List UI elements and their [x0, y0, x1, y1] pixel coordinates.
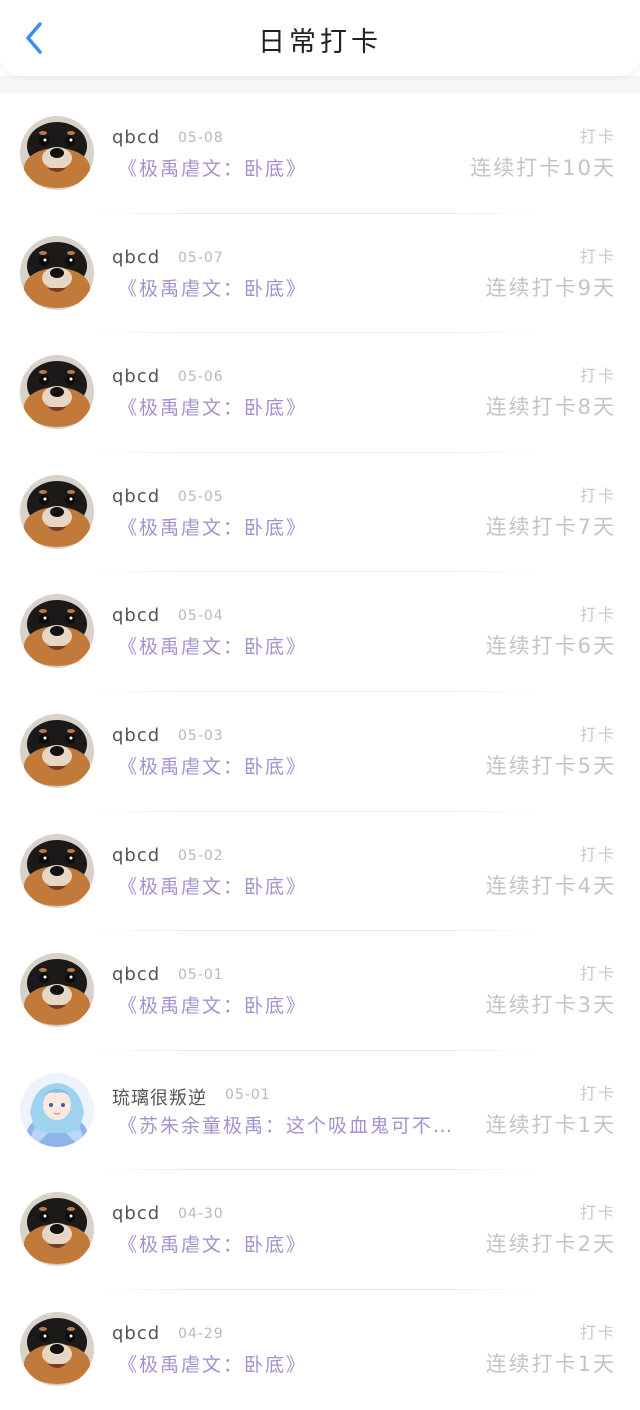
book-title[interactable]: 《极禹虐文：卧底》 [118, 393, 307, 420]
username: qbcd [112, 605, 161, 627]
checkin-item[interactable]: qbcd 05-08 《极禹虐文：卧底》 打卡连续打卡10天 [0, 94, 640, 214]
checkin-label: 打卡 [579, 246, 616, 266]
book-title[interactable]: 《极禹虐文：卧底》 [118, 872, 307, 899]
checkin-date: 05-03 [178, 727, 224, 744]
checkin-item[interactable]: qbcd 05-02 《极禹虐文：卧底》 打卡连续打卡4天 [0, 812, 640, 932]
checkin-date: 05-06 [178, 369, 224, 386]
username: qbcd [112, 844, 161, 866]
checkin-label: 打卡 [579, 964, 616, 984]
checkin-label: 打卡 [579, 127, 616, 146]
book-title[interactable]: 《极禹虐文：卧底》 [118, 274, 307, 301]
section-gap [0, 76, 640, 94]
username: qbcd [112, 724, 161, 746]
checkin-date: 05-05 [178, 488, 224, 505]
checkin-label: 打卡 [579, 1322, 616, 1342]
checkin-date: 04-29 [178, 1325, 224, 1342]
checkin-item[interactable]: qbcd 04-30 《极禹虐文：卧底》 打卡连续打卡2天 [0, 1170, 640, 1290]
avatar[interactable] [20, 1072, 94, 1147]
username: qbcd [112, 1322, 161, 1344]
checkin-label: 打卡 [579, 366, 616, 386]
checkin-item[interactable]: qbcd 05-03 《极禹虐文：卧底》 打卡连续打卡5天 [0, 692, 640, 812]
streak-text: 连续打卡6天 [485, 634, 616, 659]
streak-text: 连续打卡4天 [485, 873, 616, 898]
book-title[interactable]: 《极禹虐文：卧底》 [118, 991, 307, 1018]
book-title[interactable]: 《极禹虐文：卧底》 [118, 1350, 307, 1377]
checkin-date: 05-04 [178, 608, 224, 625]
checkin-label: 打卡 [579, 1083, 616, 1103]
streak-text: 连续打卡10天 [470, 156, 616, 180]
checkin-item[interactable]: 琉璃很叛逆 05-01 《苏朱余童极禹：这个吸血鬼可不… 打卡连续打卡1天 [0, 1051, 640, 1171]
book-title[interactable]: 《苏朱余童极禹：这个吸血鬼可不… [118, 1111, 454, 1138]
streak-text: 连续打卡2天 [485, 1232, 616, 1257]
checkin-date: 05-07 [178, 249, 224, 266]
checkin-item[interactable]: qbcd 05-04 《极禹虐文：卧底》 打卡连续打卡6天 [0, 572, 640, 692]
book-title[interactable]: 《极禹虐文：卧底》 [118, 752, 307, 779]
checkin-item[interactable]: qbcd 05-01 《极禹虐文：卧底》 打卡连续打卡3天 [0, 931, 640, 1051]
avatar[interactable] [20, 355, 94, 430]
streak-text: 连续打卡5天 [485, 753, 616, 778]
streak-text: 连续打卡8天 [485, 395, 616, 420]
username: qbcd [112, 366, 161, 388]
username: qbcd [112, 1203, 161, 1225]
avatar[interactable] [20, 953, 94, 1028]
checkin-list: qbcd 05-08 《极禹虐文：卧底》 打卡 连续打卡10天 qbcd 05-07 《极禹… [0, 94, 640, 1410]
streak-text: 连续打卡1天 [485, 1112, 616, 1137]
streak-text: 连续打卡1天 [485, 1351, 616, 1376]
checkin-item[interactable]: qbcd 05-07 《极禹虐文：卧底》 打卡连续打卡9天 [0, 214, 640, 334]
avatar[interactable] [20, 474, 94, 549]
username: qbcd [112, 964, 161, 986]
avatar[interactable] [20, 713, 94, 788]
checkin-date: 05-02 [178, 847, 224, 864]
book-title[interactable]: 《极禹虐文：卧底》 [118, 513, 307, 540]
top-bar: 日常打卡 [0, 0, 640, 76]
checkin-date: 05-08 [178, 130, 224, 146]
checkin-label: 打卡 [579, 844, 616, 864]
avatar[interactable] [20, 1311, 94, 1386]
checkin-item[interactable]: qbcd 05-06 《极禹虐文：卧底》 打卡连续打卡8天 [0, 333, 640, 453]
book-title[interactable]: 《极禹虐文：卧底》 [118, 1230, 307, 1257]
checkin-label: 打卡 [579, 485, 616, 505]
streak-text: 连续打卡9天 [485, 275, 616, 300]
book-title[interactable]: 《极禹虐文：卧底》 [118, 154, 307, 181]
username: qbcd [112, 127, 161, 148]
page-title: 日常打卡 [258, 27, 382, 58]
streak-text: 连续打卡7天 [485, 514, 616, 539]
checkin-item[interactable]: qbcd 05-05 《极禹虐文：卧底》 打卡连续打卡7天 [0, 453, 640, 573]
streak-text: 连续打卡3天 [485, 993, 616, 1018]
checkin-item[interactable]: qbcd 04-29 《极禹虐文：卧底》 打卡连续打卡1天 [0, 1290, 640, 1410]
checkin-label: 打卡 [579, 724, 616, 744]
book-title[interactable]: 《极禹虐文：卧底》 [118, 632, 307, 659]
username: 琉璃很叛逆 [112, 1087, 207, 1109]
username: qbcd [112, 485, 161, 507]
checkin-date: 05-01 [225, 1086, 271, 1103]
checkin-date: 05-01 [178, 967, 224, 984]
avatar[interactable] [20, 594, 94, 669]
checkin-label: 打卡 [579, 1203, 616, 1223]
avatar[interactable] [20, 833, 94, 908]
username: qbcd [112, 246, 161, 268]
avatar[interactable] [20, 235, 94, 310]
checkin-date: 04-30 [178, 1206, 224, 1223]
avatar[interactable] [20, 116, 94, 190]
checkin-label: 打卡 [579, 605, 616, 625]
avatar[interactable] [20, 1192, 94, 1267]
